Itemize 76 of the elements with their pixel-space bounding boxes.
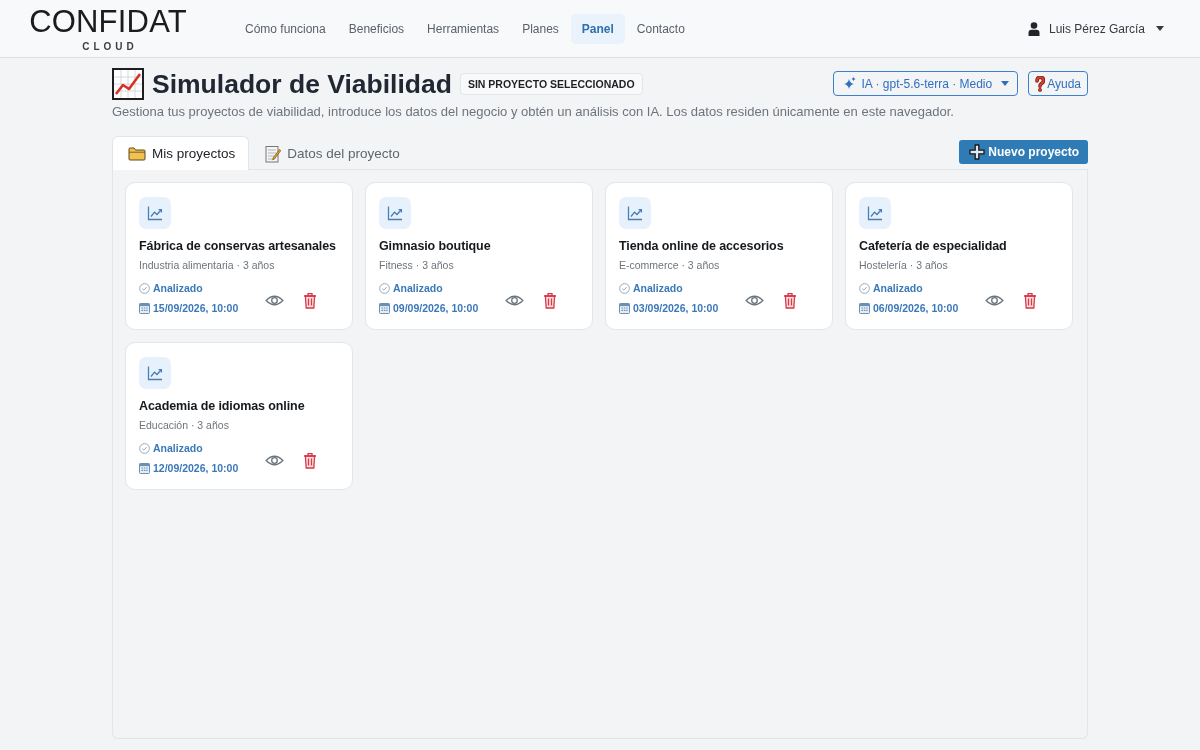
status-label: Analizado <box>393 281 443 296</box>
chart-icon <box>139 357 171 389</box>
status-label: Analizado <box>873 281 923 296</box>
project-meta: Fitness · 3 años <box>379 258 455 273</box>
nav-link[interactable]: Planes <box>511 13 570 44</box>
eye-icon[interactable] <box>745 293 764 307</box>
help-button[interactable]: Ayuda <box>1028 71 1088 96</box>
tab[interactable]: Datos del proyecto <box>249 136 414 170</box>
project-card[interactable]: Academia de idiomas online Educación · 3 años Analizado 12/09/2026, 10:00 <box>125 342 353 490</box>
project-date: 03/09/2026, 10:00 <box>633 301 719 316</box>
logo-text: CONFIDAT <box>29 6 187 38</box>
tab[interactable]: Mis proyectos <box>112 136 250 170</box>
chart-icon <box>859 197 891 229</box>
check-circle-icon <box>619 282 630 294</box>
check-circle-icon <box>139 282 150 294</box>
check-circle-icon <box>859 282 870 294</box>
calendar-icon <box>139 462 150 474</box>
eye-icon[interactable] <box>265 293 284 307</box>
project-card[interactable]: Tienda online de accesorios E-commerce · 3 años Analizado 03/09/2026, 10:00 <box>605 182 833 330</box>
chart-icon <box>139 197 171 229</box>
project-date: 06/09/2026, 10:00 <box>873 301 959 316</box>
calendar-icon <box>379 302 390 314</box>
page-title: Simulador de Viabilidad <box>152 68 452 99</box>
page-description: Gestiona tus proyectos de viabilidad, introduce los datos del negocio y obtén un análisis con IA. Los datos residen únicamente en este navegador. <box>112 103 955 121</box>
status-label: Analizado <box>153 441 203 456</box>
trash-icon[interactable] <box>303 451 317 469</box>
trash-icon[interactable] <box>543 291 557 309</box>
nav-link[interactable]: Contacto <box>625 13 696 44</box>
project-title: Fábrica de conservas artesanales <box>139 238 337 255</box>
nav-link[interactable]: Cómo funciona <box>234 13 337 44</box>
caret-icon <box>1001 81 1010 86</box>
question-mark-icon <box>1035 75 1046 92</box>
project-date: 12/09/2026, 10:00 <box>153 461 239 476</box>
calendar-icon <box>139 302 150 314</box>
status-label: Analizado <box>153 281 203 296</box>
trash-icon[interactable] <box>1023 291 1037 309</box>
project-title: Gimnasio boutique <box>379 238 492 255</box>
caret-icon <box>1156 26 1164 31</box>
check-circle-icon <box>379 282 390 294</box>
project-card[interactable]: Cafetería de especialidad Hostelería · 3 años Analizado 06/09/2026, 10:00 <box>845 182 1073 330</box>
project-meta: Industria alimentaria · 3 años <box>139 258 276 273</box>
project-title: Academia de idiomas online <box>139 398 306 415</box>
eye-icon[interactable] <box>265 453 284 467</box>
trash-icon[interactable] <box>303 291 317 309</box>
model-selector-button[interactable]: IA · gpt-5.6-terra · Medio <box>833 71 1019 96</box>
folder-icon <box>128 146 146 161</box>
project-date: 15/09/2026, 10:00 <box>153 301 239 316</box>
memo-icon <box>265 144 282 163</box>
calendar-icon <box>619 302 630 314</box>
eye-icon[interactable] <box>985 293 1004 307</box>
nav-link[interactable]: Beneficios <box>337 13 416 44</box>
project-meta: Educación · 3 años <box>139 418 230 433</box>
project-title: Cafetería de especialidad <box>859 238 1008 255</box>
plus-icon <box>969 143 986 160</box>
project-meta: Hostelería · 3 años <box>859 258 949 273</box>
chart-emoji-icon <box>112 67 144 100</box>
user-menu[interactable]: Luis Pérez García <box>1021 17 1170 40</box>
new-project-button[interactable]: Nuevo proyecto <box>959 139 1088 164</box>
check-circle-icon <box>139 442 150 454</box>
sparkle-icon <box>844 77 857 90</box>
calendar-icon <box>859 302 870 314</box>
project-title: Tienda online de accesorios <box>619 238 785 255</box>
status-badge: SIN PROYECTO SELECCIONADO <box>459 72 643 95</box>
person-icon <box>1027 21 1040 36</box>
chart-icon <box>379 197 411 229</box>
nav-link[interactable]: Panel <box>570 13 625 44</box>
project-meta: E-commerce · 3 años <box>619 258 721 273</box>
nav-link[interactable]: Herramientas <box>416 13 511 44</box>
chart-icon <box>619 197 651 229</box>
trash-icon[interactable] <box>783 291 797 309</box>
status-label: Analizado <box>633 281 683 296</box>
project-card[interactable]: Fábrica de conservas artesanales Industria alimentaria · 3 años Analizado 15/09/2026, 10:00 <box>125 182 353 330</box>
logo-tagline: CLOUD <box>81 41 138 53</box>
eye-icon[interactable] <box>505 293 524 307</box>
project-date: 09/09/2026, 10:00 <box>393 301 479 316</box>
project-card[interactable]: Gimnasio boutique Fitness · 3 años Analizado 09/09/2026, 10:00 <box>365 182 593 330</box>
